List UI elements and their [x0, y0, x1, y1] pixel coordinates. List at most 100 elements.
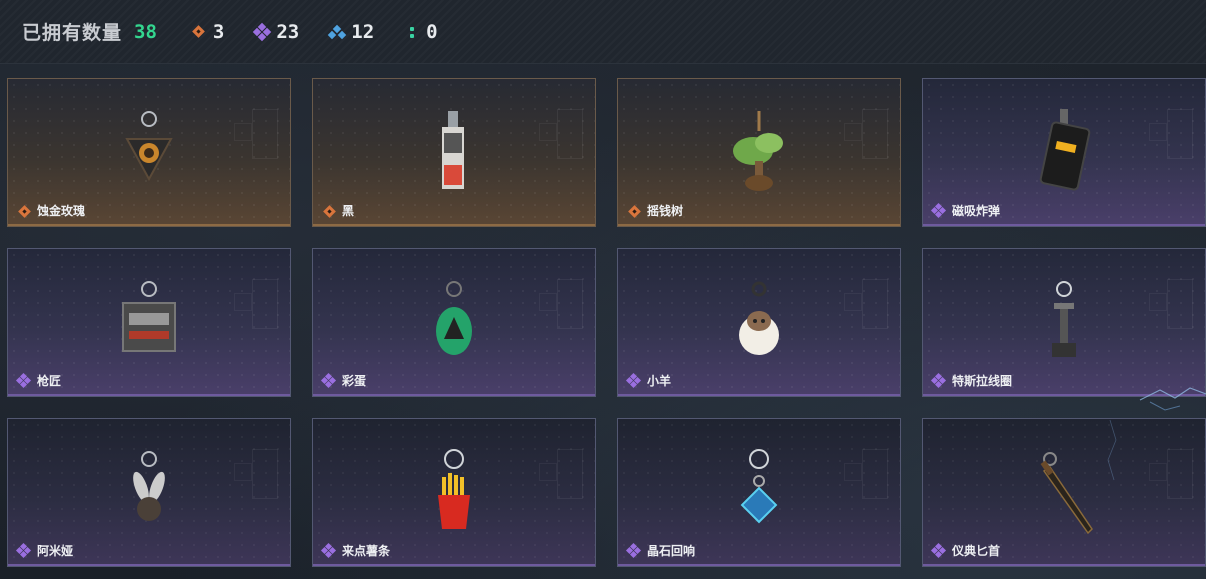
- charm-card[interactable]: 来点薯条: [312, 418, 596, 567]
- purple-rarity-count: 23: [253, 21, 299, 43]
- rarity-bottom-line: [313, 564, 595, 566]
- charm-card[interactable]: 磁吸炸弹: [922, 78, 1206, 227]
- charm-name-row: 特斯拉线圈: [930, 372, 1013, 389]
- charm-name-row: 阿米娅: [15, 542, 74, 559]
- purple-diamond-rarity-icon: [320, 372, 337, 388]
- charm-card[interactable]: 彩蛋: [312, 248, 596, 397]
- green-dots-rarity-icon: [404, 24, 420, 40]
- card-decoration: [1149, 293, 1167, 311]
- rarity-bottom-line: [923, 394, 1205, 396]
- rarity-bottom-line: [313, 394, 595, 396]
- purple-diamond-rarity-icon: [930, 542, 947, 558]
- rose-charm-icon: [109, 109, 189, 199]
- owned-count-label: 已拥有数量: [22, 22, 123, 44]
- card-charm-icon: [414, 109, 494, 199]
- card-decoration: [252, 279, 278, 329]
- orange-diamond-rarity-icon: [191, 24, 207, 40]
- card-decoration: [1167, 449, 1193, 499]
- charm-card[interactable]: 黑: [312, 78, 596, 227]
- card-decoration: [234, 293, 252, 311]
- amiya-charm-icon: [109, 449, 189, 539]
- card-decoration: [539, 123, 557, 141]
- charm-name-row: 彩蛋: [320, 372, 366, 389]
- charm-card[interactable]: 特斯拉线圈: [922, 248, 1206, 397]
- charm-name-row: 磁吸炸弹: [930, 202, 1001, 219]
- rarity-bottom-line: [618, 564, 900, 566]
- rarity-bottom-line: [8, 564, 290, 566]
- card-decoration: [234, 463, 252, 481]
- rarity-bottom-line: [923, 564, 1205, 566]
- crystal-charm-icon: [719, 449, 799, 539]
- dagger-charm-icon: [1024, 449, 1104, 539]
- charm-name-row: 来点薯条: [320, 542, 391, 559]
- owned-count-total: 38: [134, 20, 157, 43]
- card-decoration: [252, 109, 278, 159]
- charm-name-row: 摇钱树: [627, 202, 683, 219]
- owned-count-bar: 已拥有数量 38 3 23 12 0: [0, 0, 1206, 64]
- rarity-bottom-line: [8, 224, 290, 226]
- orange-diamond-rarity-icon: [17, 204, 31, 218]
- money-tree-charm-icon: [719, 109, 799, 199]
- fries-charm-icon: [414, 449, 494, 539]
- tesla-coil-charm-icon: [1024, 279, 1104, 369]
- charm-name: 摇钱树: [647, 204, 684, 218]
- purple-diamond-rarity-icon: [625, 542, 642, 558]
- charm-name-row: 枪匠: [15, 372, 62, 389]
- orange-rarity-count: 3: [191, 21, 224, 43]
- card-decoration: [1149, 123, 1167, 141]
- purple-diamond-rarity-icon: [15, 542, 32, 558]
- charm-card[interactable]: 枪匠: [7, 248, 291, 397]
- card-decoration: [862, 449, 888, 499]
- charm-name: 特斯拉线圈: [952, 374, 1013, 388]
- card-decoration: [557, 109, 583, 159]
- card-decoration: [844, 293, 862, 311]
- charm-name: 磁吸炸弹: [952, 204, 1001, 218]
- charm-name-row: 黑: [322, 202, 354, 219]
- orange-diamond-rarity-icon: [322, 204, 336, 218]
- sheep-charm-icon: [719, 279, 799, 369]
- charm-card[interactable]: 仪典匕首: [922, 418, 1206, 567]
- card-decoration: [1167, 279, 1193, 329]
- charm-card[interactable]: 小羊: [617, 248, 901, 397]
- card-decoration: [862, 109, 888, 159]
- purple-diamond-rarity-icon: [320, 542, 337, 558]
- charm-card[interactable]: 阿米娅: [7, 418, 291, 567]
- purple-diamond-rarity-icon: [930, 202, 947, 218]
- charm-name-row: 仪典匕首: [930, 542, 1001, 559]
- rarity-bottom-line: [923, 224, 1205, 226]
- charm-name-row: 晶石回响: [625, 542, 695, 559]
- orange-count-value: 3: [212, 20, 225, 43]
- charm-card[interactable]: 摇钱树: [617, 78, 901, 227]
- charm-name-row: 蚀金玫瑰: [17, 202, 85, 219]
- card-decoration: [862, 279, 888, 329]
- charm-name-row: 小羊: [625, 372, 672, 389]
- card-decoration: [844, 123, 862, 141]
- bomb-charm-icon: [1024, 109, 1104, 199]
- egg-charm-icon: [414, 279, 494, 369]
- charm-name: 阿米娅: [37, 544, 74, 558]
- rarity-bottom-line: [618, 394, 900, 396]
- rarity-bottom-line: [618, 224, 900, 226]
- purple-diamond-rarity-icon: [15, 372, 32, 388]
- orange-diamond-rarity-icon: [627, 204, 641, 218]
- charm-name: 枪匠: [37, 374, 62, 388]
- purple-diamond-rarity-icon: [930, 372, 947, 388]
- card-decoration: [557, 449, 583, 499]
- green-rarity-count: 0: [404, 20, 438, 43]
- green-count-value: 0: [426, 20, 438, 43]
- card-decoration: [557, 279, 583, 329]
- card-decoration: [1149, 463, 1167, 481]
- blue-count-value: 12: [351, 20, 375, 43]
- purple-diamond-rarity-icon: [253, 22, 272, 41]
- charm-name: 蚀金玫瑰: [37, 204, 86, 218]
- card-decoration: [539, 293, 557, 311]
- card-decoration: [252, 449, 278, 499]
- charm-name: 仪典匕首: [952, 544, 1001, 558]
- charm-name: 黑: [342, 204, 355, 218]
- rarity-bottom-line: [313, 224, 595, 226]
- blue-diamond-rarity-icon: [328, 24, 347, 40]
- charm-name: 小羊: [647, 374, 672, 388]
- charm-card[interactable]: 蚀金玫瑰: [7, 78, 291, 227]
- charm-name: 来点薯条: [342, 544, 391, 558]
- charm-card[interactable]: 晶石回响: [617, 418, 901, 567]
